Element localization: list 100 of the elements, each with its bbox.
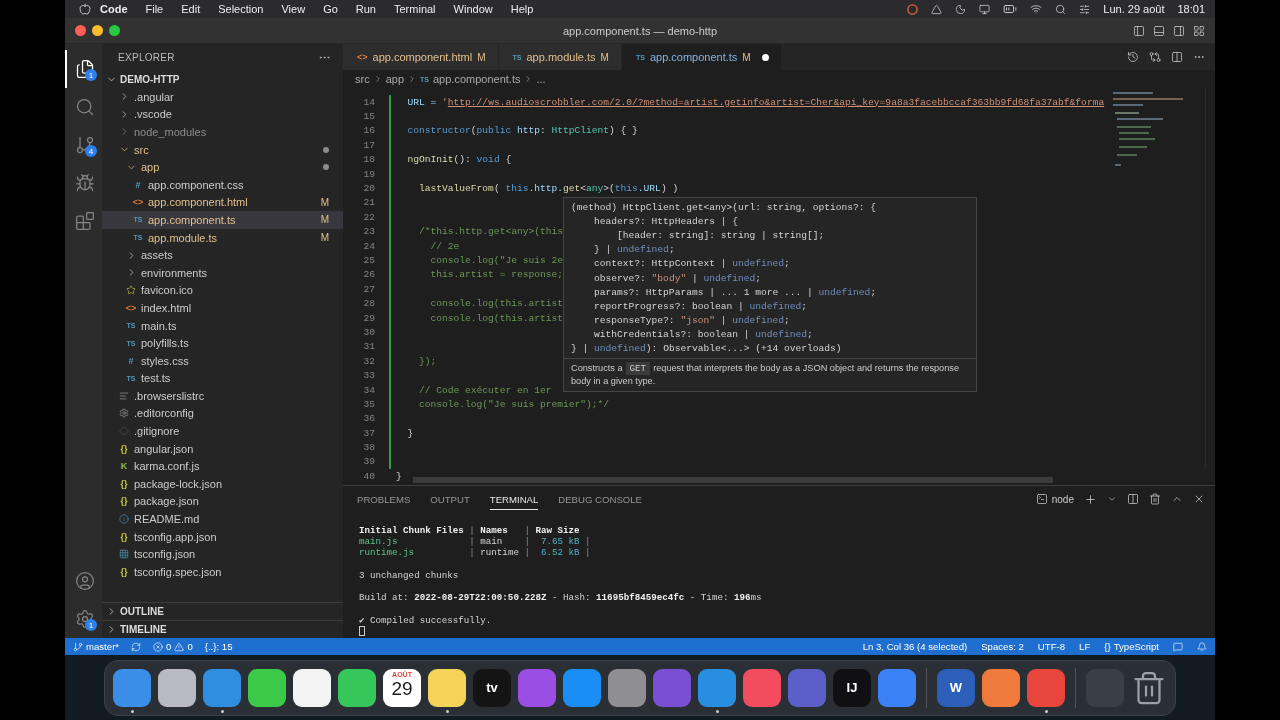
file-type-icon: # <box>128 355 134 366</box>
tree-item[interactable]: .vscode <box>102 105 343 124</box>
tree-item[interactable]: favicon.ico <box>102 281 343 300</box>
encoding-status[interactable]: UTF-8 <box>1037 641 1066 652</box>
dock-app-icon[interactable]: tv <box>473 668 511 707</box>
terminal-icon <box>1035 493 1048 505</box>
minimize-button[interactable] <box>92 25 103 36</box>
tree-item[interactable]: {} angular.json <box>102 439 343 458</box>
panel-tab[interactable]: TERMINAL <box>489 488 539 510</box>
activity-button[interactable]: 1 <box>65 600 102 638</box>
dock-app-icon[interactable] <box>158 668 196 707</box>
panel-layout-icon[interactable] <box>1153 24 1165 37</box>
tree-item[interactable]: src <box>102 140 343 159</box>
tree-item[interactable]: assets <box>102 246 343 264</box>
dock-app-icon[interactable] <box>982 668 1020 707</box>
panel-tab[interactable]: DEBUG CONSOLE <box>558 488 642 510</box>
tree-item[interactable]: <> index.html <box>102 299 343 317</box>
moon-icon[interactable] <box>955 3 967 15</box>
branch-status[interactable]: master* <box>73 641 120 652</box>
menu-item[interactable]: Terminal <box>385 3 445 15</box>
cursor-position[interactable]: Ln 3, Col 36 (4 selected) <box>862 641 968 652</box>
menu-item[interactable]: Code <box>91 3 137 15</box>
code-line: console.log(this.artist <box>429 312 563 324</box>
status-item[interactable]: {..}: 15 <box>204 641 233 652</box>
indentation-status[interactable]: Spaces: 2 <box>981 641 1024 652</box>
menu-item[interactable]: Help <box>501 3 543 15</box>
panel-tab[interactable]: PROBLEMS <box>357 488 411 510</box>
layout-icon[interactable] <box>1193 24 1205 37</box>
signature-line: } | undefined): Observable<...> (+14 overloads) <box>571 342 843 357</box>
warning-count: 0 <box>187 641 193 652</box>
menu-time[interactable]: 18:01 <box>1177 3 1205 15</box>
tree-item[interactable]: .angular <box>102 88 343 106</box>
tree-item[interactable]: {} package.json <box>102 492 343 511</box>
lines-icon <box>119 390 129 401</box>
menu-item[interactable]: Go <box>314 3 347 15</box>
dock-app-icon[interactable] <box>338 668 376 707</box>
bell-icon[interactable] <box>1197 641 1207 652</box>
tree-item[interactable]: README.md <box>102 510 343 528</box>
trash-icon[interactable] <box>1149 493 1161 505</box>
tree-item[interactable]: # styles.css <box>102 351 343 370</box>
panel-tab[interactable]: OUTPUT <box>430 488 470 510</box>
calendar-day: 29 <box>391 677 413 700</box>
sync-icon[interactable] <box>131 641 142 652</box>
split-editor-icon[interactable] <box>1171 51 1183 63</box>
tree-item[interactable]: # app.component.css <box>102 175 343 194</box>
line-number: 17 <box>362 139 375 151</box>
control-center-icon[interactable] <box>1079 3 1091 15</box>
battery-icon[interactable] <box>1003 2 1018 16</box>
search-icon[interactable] <box>1055 3 1067 15</box>
code-line: ngOnInit(): void { <box>406 154 512 166</box>
menu-item[interactable]: View <box>272 3 315 15</box>
language-status[interactable]: {} TypeScript <box>1104 641 1159 652</box>
dock-app-icon[interactable]: W <box>937 668 975 707</box>
terminal-selector[interactable]: node <box>1035 493 1074 505</box>
tree-item[interactable]: .editorconfig <box>102 404 343 423</box>
close-icon[interactable] <box>1193 493 1205 505</box>
zoom-button[interactable] <box>109 25 120 36</box>
tree-item[interactable]: {} tsconfig.app.json <box>102 527 343 546</box>
breadcrumb-item[interactable]: app <box>385 73 405 85</box>
menu-item[interactable]: Window <box>444 3 502 15</box>
tree-item[interactable]: <> app.component.html M <box>102 193 343 212</box>
editor-tab[interactable]: <> app.component.html M <box>343 44 499 70</box>
dock-app-icon[interactable] <box>428 668 466 707</box>
close-button[interactable] <box>75 25 86 36</box>
problems-status[interactable]: 0 0 <box>153 641 193 652</box>
tree-item[interactable]: K karma.conf.js <box>102 457 343 476</box>
dock-app-icon[interactable] <box>293 668 331 707</box>
menu-item[interactable]: Selection <box>209 3 273 15</box>
dock-app-icon[interactable] <box>248 668 286 707</box>
sidebar-layout-icon[interactable] <box>1133 24 1145 37</box>
display-icon[interactable] <box>979 3 991 15</box>
record-icon[interactable] <box>907 3 919 15</box>
tree-item[interactable]: .gitignore <box>102 422 343 440</box>
activity-button[interactable]: 4 <box>65 126 102 164</box>
dock-app-icon[interactable]: IJ <box>833 668 871 707</box>
menu-item[interactable]: File <box>136 3 173 15</box>
apple-icon[interactable] <box>79 3 91 15</box>
tree-item[interactable]: app <box>102 158 343 176</box>
menu-item[interactable]: Edit <box>172 3 210 15</box>
breadcrumb-item[interactable]: ... <box>536 73 546 85</box>
tree-item[interactable]: node_modules <box>102 123 343 141</box>
split-terminal-icon[interactable] <box>1127 493 1139 505</box>
menu-date[interactable]: Lun. 29 août <box>1103 3 1165 15</box>
tree-item[interactable]: tsconfig.json <box>102 545 343 564</box>
line-ending-status[interactable]: LF <box>1079 641 1091 652</box>
folder-header[interactable]: DEMO-HTTP <box>102 70 343 88</box>
history-icon[interactable] <box>1127 51 1139 63</box>
sidebar-layout-icon[interactable] <box>1173 24 1185 37</box>
wifi-icon[interactable] <box>1030 3 1043 15</box>
chevron-icon[interactable] <box>1107 494 1117 504</box>
breadcrumb-item[interactable]: src <box>355 73 370 85</box>
plus-icon[interactable] <box>1084 492 1097 506</box>
section-header[interactable]: OUTLINE <box>102 602 343 620</box>
tree-item[interactable]: {} package-lock.json <box>102 475 343 493</box>
compare-icon[interactable] <box>1149 51 1161 63</box>
horizontal-scrollbar[interactable] <box>413 477 1053 483</box>
tree-item[interactable]: {} tsconfig.spec.json <box>102 563 343 581</box>
menu-item[interactable]: Run <box>346 3 385 15</box>
tree-item[interactable]: .browserslistrc <box>102 387 343 405</box>
tree-item[interactable]: environments <box>102 263 343 282</box>
